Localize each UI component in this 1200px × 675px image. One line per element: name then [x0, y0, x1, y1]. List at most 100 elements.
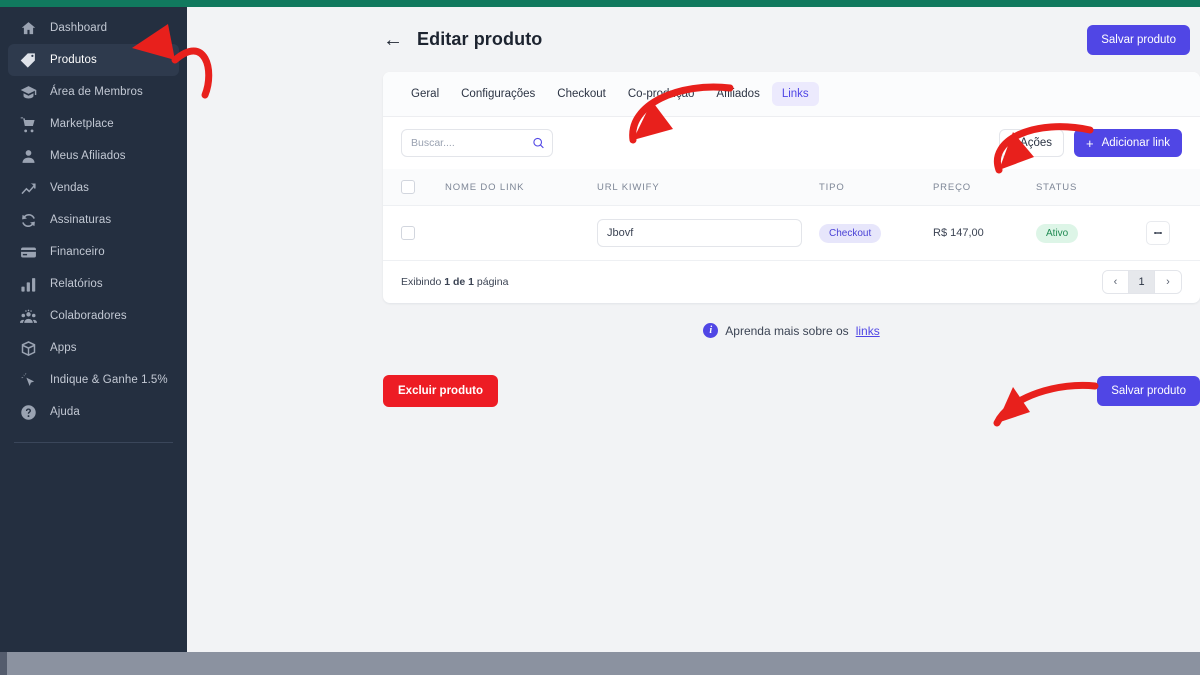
col-header-actions [1146, 169, 1200, 206]
sidebar-item-marketplace[interactable]: Marketplace [8, 108, 179, 140]
trending-up-icon [20, 180, 37, 197]
page-title: Editar produto [417, 29, 543, 49]
save-product-button-bottom[interactable]: Salvar produto [1097, 376, 1200, 406]
chevron-right-icon[interactable]: › [1155, 271, 1181, 293]
sidebar-item-label: Financeiro [50, 246, 105, 258]
delete-product-button[interactable]: Excluir produto [383, 375, 498, 407]
sidebar-item-label: Dashboard [50, 22, 108, 34]
sidebar-item-apps[interactable]: Apps [8, 332, 179, 364]
row-select-cell [383, 205, 445, 261]
page-header: ← Editar produto Salvar produto [187, 7, 1200, 72]
row-checkbox[interactable] [401, 226, 415, 240]
plus-icon: + [1086, 135, 1094, 151]
sidebar-item-relat-rios[interactable]: Relatórios [8, 268, 179, 300]
sidebar-item-label: Marketplace [50, 118, 114, 130]
row-kebab-menu-icon[interactable] [1146, 221, 1170, 245]
col-header-name: NOME DO LINK [445, 169, 597, 206]
table-row: Checkout R$ 147,00 Ativo [383, 205, 1200, 261]
sidebar-item-label: Indique & Ganhe 1.5% [50, 374, 168, 386]
chevron-left-icon[interactable]: ‹ [1103, 271, 1129, 293]
shopping-cart-icon [20, 116, 37, 133]
refresh-cycle-icon [20, 212, 37, 229]
sidebar-item-ajuda[interactable]: Ajuda [8, 396, 179, 428]
row-tipo-cell: Checkout [819, 205, 933, 261]
sidebar-item-label: Relatórios [50, 278, 103, 290]
sidebar-item-meus-afiliados[interactable]: Meus Afiliados [8, 140, 179, 172]
col-header-preco: PREÇO [933, 169, 1036, 206]
people-group-icon [20, 308, 37, 325]
add-link-button[interactable]: + Adicionar link [1074, 129, 1182, 157]
tab-geral[interactable]: Geral [401, 82, 449, 106]
search-box [401, 129, 553, 157]
row-price: R$ 147,00 [933, 205, 1036, 261]
col-header-status: STATUS [1036, 169, 1146, 206]
bottom-scroll-strip [0, 652, 1200, 675]
row-status-cell: Ativo [1036, 205, 1146, 261]
cursor-sparkle-icon [20, 372, 37, 389]
type-badge: Checkout [819, 223, 882, 243]
select-all-header [383, 169, 445, 206]
status-badge: Ativo [1036, 223, 1079, 243]
pagination-summary-suffix: página [473, 276, 509, 288]
sidebar-item-label: Área de Membros [50, 86, 143, 98]
graduation-cap-icon [20, 84, 37, 101]
main-content: ← Editar produto Salvar produto Geral Con… [187, 7, 1200, 652]
links-table: NOME DO LINK URL KIWIFY TIPO PREÇO STATU… [383, 169, 1200, 261]
add-link-button-label: Adicionar link [1101, 137, 1170, 149]
bottom-strip-nub [0, 652, 7, 675]
table-toolbar: Ações + Adicionar link [383, 117, 1200, 169]
bar-chart-icon [20, 276, 37, 293]
sidebar-item-label: Vendas [50, 182, 89, 194]
row-link-name [445, 205, 597, 261]
row-actions-cell [1146, 205, 1200, 261]
sidebar: Dashboard Produtos Área de Membros Marketpl… [0, 7, 187, 652]
app-root: Dashboard Produtos Área de Membros Marketpl… [0, 0, 1200, 675]
table-footer: Exibindo 1 de 1 página ‹ 1 › [383, 261, 1200, 303]
col-header-url: URL KIWIFY [597, 169, 819, 206]
pagination-controls: ‹ 1 › [1102, 270, 1182, 294]
select-all-checkbox[interactable] [401, 180, 415, 194]
sidebar-item-label: Produtos [50, 54, 97, 66]
sidebar-item-produtos[interactable]: Produtos [8, 44, 179, 76]
actions-button[interactable]: Ações [998, 129, 1064, 157]
question-circle-icon [20, 404, 37, 421]
sidebar-item-label: Assinaturas [50, 214, 112, 226]
sidebar-item-colaboradores[interactable]: Colaboradores [8, 300, 179, 332]
tab-configura-es[interactable]: Configurações [451, 82, 545, 106]
save-product-button-top[interactable]: Salvar produto [1087, 24, 1190, 55]
info-icon: i [703, 323, 719, 338]
search-input[interactable] [402, 130, 552, 156]
sidebar-item-dashboard[interactable]: Dashboard [8, 12, 179, 44]
sidebar-item-indique-ganhe-1-5[interactable]: Indique & Ganhe 1.5% [8, 364, 179, 396]
home-icon [20, 20, 37, 37]
sidebar-item-vendas[interactable]: Vendas [8, 172, 179, 204]
actions-button-label: Ações [1020, 137, 1052, 149]
box-icon [20, 340, 37, 357]
sidebar-item-rea-de-membros[interactable]: Área de Membros [8, 76, 179, 108]
col-header-tipo: TIPO [819, 169, 933, 206]
sidebar-item-assinaturas[interactable]: Assinaturas [8, 204, 179, 236]
tag-icon [20, 52, 37, 69]
learn-more-text: Aprenda mais sobre os [725, 323, 849, 338]
sidebar-item-financeiro[interactable]: Financeiro [8, 236, 179, 268]
page-number-1[interactable]: 1 [1129, 271, 1155, 293]
bottom-actions: Excluir produto Salvar produto [383, 375, 1200, 407]
learn-more-link[interactable]: links [856, 324, 880, 338]
search-icon[interactable] [532, 137, 545, 150]
tab-co-produ-o[interactable]: Co-produção [618, 82, 704, 106]
tab-checkout[interactable]: Checkout [547, 82, 616, 106]
arrow-left-icon[interactable]: ← [383, 30, 403, 50]
sidebar-divider [14, 442, 173, 443]
sidebar-item-label: Ajuda [50, 406, 80, 418]
sidebar-item-label: Colaboradores [50, 310, 127, 322]
tab-links[interactable]: Links [771, 82, 819, 106]
links-card: Geral Configurações Checkout Co-produção Afi… [383, 72, 1200, 303]
tab-afiliados[interactable]: Afiliados [706, 82, 769, 106]
learn-more-row: i Aprenda mais sobre os links [383, 323, 1200, 338]
row-url-input[interactable] [597, 219, 802, 247]
user-icon [20, 148, 37, 165]
table-header-row: NOME DO LINK URL KIWIFY TIPO PREÇO STATU… [383, 169, 1200, 206]
top-accent-bar [0, 0, 1200, 7]
row-url-cell [597, 205, 819, 261]
kebab-menu-icon [1010, 137, 1014, 149]
